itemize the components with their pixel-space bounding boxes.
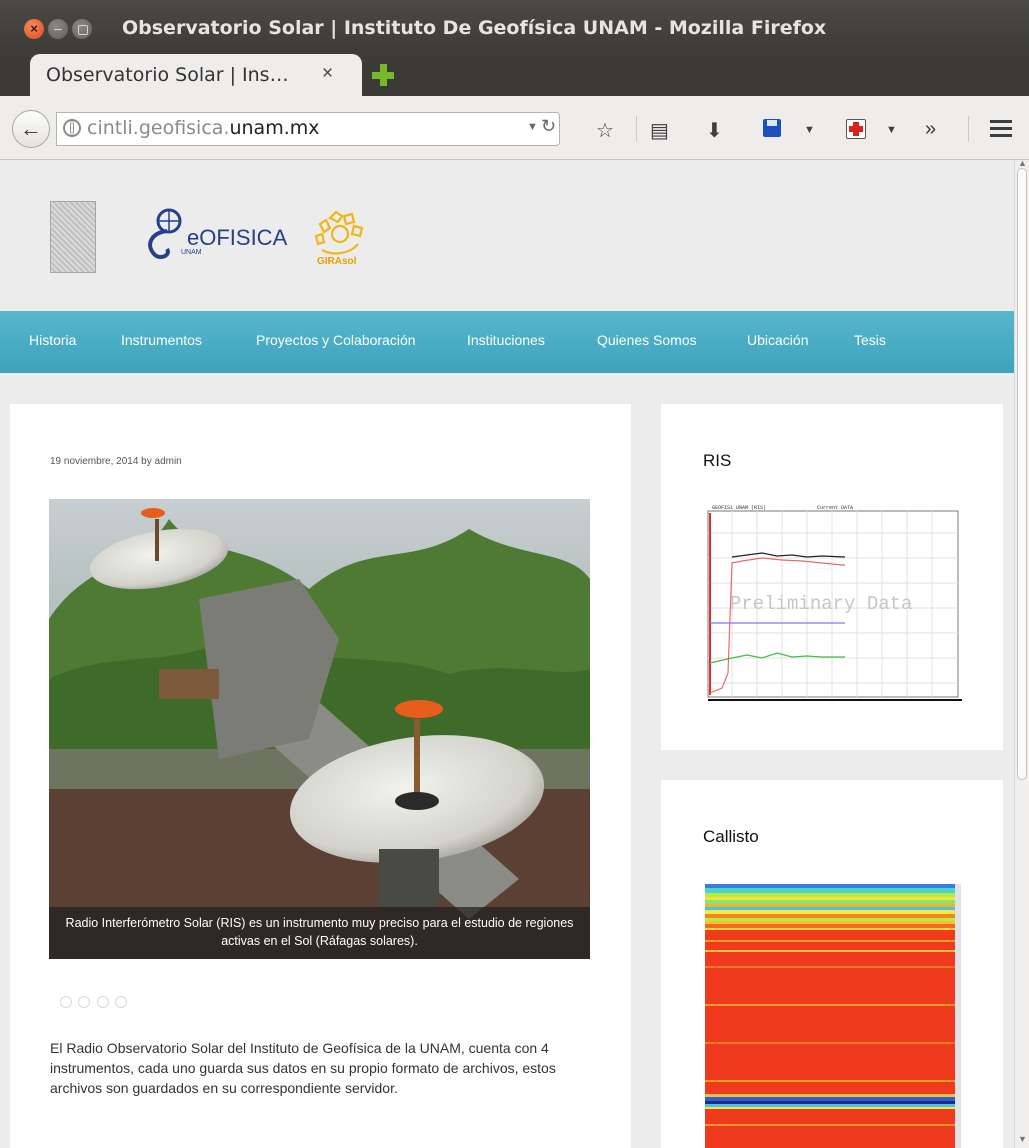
scroll-down-arrow-icon[interactable]: ▼ xyxy=(1018,1134,1027,1144)
window-titlebar: × Observatorio Solar | Instituto De Geof… xyxy=(0,0,1029,60)
back-arrow-icon: ← xyxy=(20,116,42,141)
scroll-up-arrow-icon[interactable]: ▲ xyxy=(1018,158,1027,168)
ris-antenna-photo xyxy=(49,499,590,959)
url-bar[interactable]: cintli.geofisica.unam.mx ▼ ↻ xyxy=(56,112,560,146)
ris-chart-header: GEOFISi UNAM (RIS) xyxy=(712,505,766,511)
ris-data-chart[interactable]: GEOFISi UNAM (RIS) Current DATA Prelimin… xyxy=(702,503,964,703)
nav-item-tesis[interactable]: Tesis xyxy=(854,332,886,348)
url-dropdown-icon[interactable]: ▼ xyxy=(527,121,538,133)
post-body: El Radio Observatorio Solar del Institut… xyxy=(50,1040,556,1096)
page-viewport: eOFISICA UNAM GIRAsol Historia Instrumen… xyxy=(0,160,1014,1148)
reading-list-icon[interactable]: ▤ xyxy=(650,118,669,143)
maximize-icon xyxy=(78,25,88,35)
minimize-icon xyxy=(54,29,62,30)
firstaid-icon[interactable] xyxy=(846,119,866,139)
widget-ris: RIS GEOFISi UNAM (RIS) Current DATA Prel xyxy=(661,404,1003,750)
close-icon: × xyxy=(30,21,38,36)
toolbar-divider xyxy=(968,116,969,142)
ris-chart-status: Current DATA xyxy=(817,505,853,511)
girasol-logo[interactable]: GIRAsol xyxy=(312,210,366,268)
main-nav: Historia Instrumentos Proyectos y Colabo… xyxy=(0,311,1014,373)
slider-dot[interactable] xyxy=(96,996,109,1008)
geofisica-logo-text: eOFISICA xyxy=(187,225,288,250)
slide-caption-text: Radio Interferómetro Solar (RIS) es un i… xyxy=(65,916,574,948)
slider-image[interactable]: Radio Interferómetro Solar (RIS) es un i… xyxy=(49,499,590,959)
nav-item-instituciones[interactable]: Instituciones xyxy=(467,332,545,348)
sunflower-icon xyxy=(314,210,364,255)
window-title: Observatorio Solar | Instituto De Geofís… xyxy=(122,17,827,39)
girasol-logo-text: GIRAsol xyxy=(317,256,357,267)
toolbar-divider xyxy=(636,116,637,142)
vertical-scrollbar[interactable]: ▲ ▼ xyxy=(1014,158,1029,1148)
back-button[interactable]: ← xyxy=(12,110,50,148)
slider-dots xyxy=(60,995,129,1013)
download-icon[interactable]: ⬇ xyxy=(706,118,723,143)
window-close-button[interactable]: × xyxy=(24,19,44,39)
nav-toolbar: ← cintli.geofisica.unam.mx ▼ ↻ xyxy=(0,96,1029,160)
globe-logo-icon xyxy=(148,208,182,260)
reload-icon[interactable]: ↻ xyxy=(541,116,556,137)
nav-item-instrumentos[interactable]: Instrumentos xyxy=(121,332,202,348)
unam-logo[interactable] xyxy=(50,201,96,273)
slider-dot[interactable] xyxy=(78,996,91,1008)
save-dropdown-icon[interactable]: ▼ xyxy=(804,124,815,136)
globe-icon xyxy=(63,119,81,137)
bookmark-star-icon[interactable]: ☆ xyxy=(596,118,614,143)
browser-tab[interactable]: Observatorio Solar | Ins… × xyxy=(30,54,362,96)
slider-dot[interactable] xyxy=(60,996,72,1008)
scrollbar-thumb[interactable] xyxy=(1017,168,1027,780)
nav-item-proyectos[interactable]: Proyectos y Colaboración xyxy=(256,332,416,348)
ris-chart-watermark: Preliminary Data xyxy=(730,593,912,615)
save-icon[interactable] xyxy=(763,119,781,137)
nav-item-historia[interactable]: Historia xyxy=(29,332,76,348)
window-minimize-button[interactable] xyxy=(48,19,68,39)
window-maximize-button[interactable] xyxy=(72,19,92,39)
hamburger-menu-icon[interactable] xyxy=(990,120,1012,138)
url-domain: unam.mx xyxy=(229,117,320,139)
post-card: 19 noviembre, 2014 by admin Radio Interf… xyxy=(10,404,631,1148)
nav-item-ubicacion[interactable]: Ubicación xyxy=(747,332,808,348)
widget-callisto: Callisto xyxy=(661,780,1003,1148)
callisto-spectrogram[interactable] xyxy=(705,884,961,1148)
firstaid-dropdown-icon[interactable]: ▼ xyxy=(886,124,897,136)
geofisica-logo-subtext: UNAM xyxy=(181,249,202,256)
url-prefix: cintli.geofisica. xyxy=(87,117,230,139)
tab-title: Observatorio Solar | Ins… xyxy=(46,64,289,86)
overflow-chevron-icon[interactable]: » xyxy=(925,118,936,141)
post-meta: 19 noviembre, 2014 by admin xyxy=(50,456,182,467)
slide-caption: Radio Interferómetro Solar (RIS) es un i… xyxy=(49,907,590,959)
url-text: cintli.geofisica.unam.mx xyxy=(87,117,320,139)
widget-title-callisto: Callisto xyxy=(703,827,759,846)
nav-item-quienes-somos[interactable]: Quienes Somos xyxy=(597,332,697,348)
slider-dot[interactable] xyxy=(115,996,128,1008)
new-tab-plus-icon[interactable] xyxy=(372,64,394,86)
widget-title-ris: RIS xyxy=(703,451,732,470)
tab-close-icon[interactable]: × xyxy=(322,63,333,85)
